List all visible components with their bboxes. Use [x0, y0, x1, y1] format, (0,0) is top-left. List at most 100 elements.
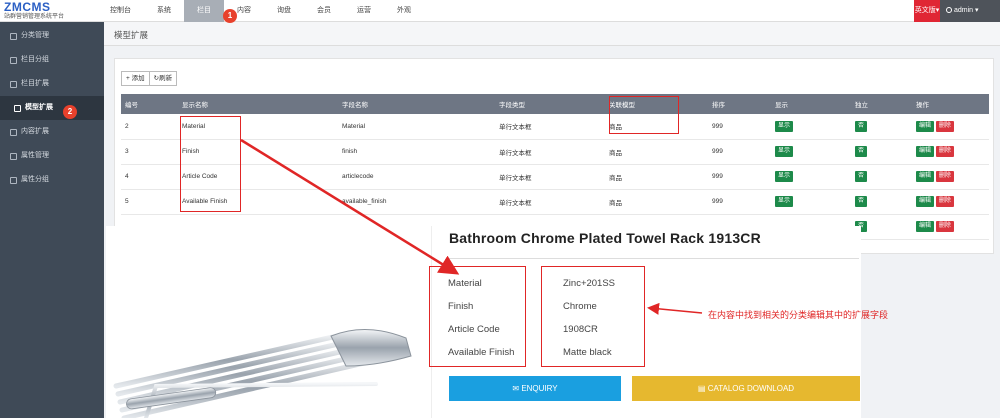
- cell-field-name: Material: [338, 114, 495, 140]
- nav-appearance[interactable]: 外观: [384, 0, 424, 22]
- table-row: 3 Finish finish 单行文本框 商品 999 显示 否 编辑 删除: [121, 139, 989, 165]
- col-actions: 操作: [912, 94, 989, 114]
- cell-field-name: articlecode: [338, 164, 495, 190]
- catalog-label: CATALOG DOWNLOAD: [707, 384, 795, 393]
- cell-sort: 999: [708, 139, 771, 165]
- delete-button[interactable]: 删除: [935, 221, 954, 232]
- language-label: 英文版: [914, 7, 936, 14]
- list-icon: [10, 32, 17, 40]
- cell-field-type: 单行文本框: [495, 189, 605, 215]
- sidebar-item-attr-group[interactable]: 属性分组: [0, 168, 104, 192]
- annotation-box-display-names: [180, 116, 241, 212]
- sidebar-item-column-group[interactable]: 栏目分组: [0, 48, 104, 72]
- delete-button[interactable]: 删除: [935, 120, 954, 132]
- cell-field-name: finish: [338, 139, 495, 165]
- user-icon: [946, 7, 952, 14]
- grid-icon: [10, 152, 17, 160]
- show-toggle[interactable]: 显示: [775, 120, 794, 132]
- show-toggle[interactable]: 显示: [775, 146, 794, 157]
- nav-system[interactable]: 系统: [144, 0, 184, 22]
- chevron-down-icon: ▾: [975, 7, 979, 14]
- logo-subtitle: 站群营销管理系统平台: [4, 14, 65, 20]
- top-bar: ZMCMS 站群营销管理系统平台 控制台 系统 栏目 内容 询盘 会员 运营 外…: [0, 0, 1000, 22]
- logo[interactable]: ZMCMS 站群营销管理系统平台: [4, 1, 99, 21]
- table-row: 4 Article Code articlecode 单行文本框 商品 999 …: [121, 164, 989, 190]
- list-icon: [10, 56, 17, 64]
- cell-id: 4: [121, 164, 178, 190]
- towel-rack-illustration: [113, 328, 412, 418]
- annotation-box-attr-names: [429, 266, 526, 367]
- cell-sort: 999: [708, 189, 771, 215]
- col-display-name: 显示名称: [178, 94, 338, 114]
- show-toggle[interactable]: 显示: [775, 196, 794, 207]
- cell-sort: 999: [708, 114, 771, 140]
- annotation-note: 在内容中找到相关的分类编辑其中的扩展字段: [708, 310, 889, 320]
- show-toggle[interactable]: 显示: [775, 171, 794, 182]
- refresh-label: 刷新: [159, 75, 173, 82]
- cube-icon: [14, 104, 21, 112]
- sidebar-item-label: 内容扩展: [21, 128, 49, 135]
- sidebar-item-label: 属性管理: [21, 152, 49, 159]
- col-sort: 排序: [708, 94, 771, 114]
- divider: [449, 258, 859, 259]
- page-title: 模型扩展: [114, 30, 149, 40]
- edit-button[interactable]: 编辑: [916, 221, 935, 232]
- language-button[interactable]: 英文版▾: [914, 0, 940, 22]
- enquiry-button[interactable]: ✉ ENQUIRY: [449, 376, 621, 401]
- independent-toggle[interactable]: 否: [855, 146, 868, 157]
- sidebar-item-category[interactable]: 分类管理: [0, 24, 104, 48]
- sidebar-item-label: 栏目分组: [21, 56, 49, 63]
- col-independent: 独立: [851, 94, 912, 114]
- toolbar: + 添加 ↻刷新: [121, 71, 178, 86]
- cell-linked-model: 商品: [605, 189, 708, 215]
- nav-column[interactable]: 栏目: [184, 0, 224, 22]
- independent-toggle[interactable]: 否: [855, 120, 868, 132]
- sidebar-item-column-ext[interactable]: 栏目扩展: [0, 72, 104, 96]
- edit-button[interactable]: 编辑: [916, 196, 935, 207]
- sidebar-item-content-ext[interactable]: 内容扩展: [0, 120, 104, 144]
- list-icon: [10, 128, 17, 136]
- table-header-row: 编号 显示名称 字段名称 字段类型 关联模型 排序 显示 独立 操作: [121, 94, 989, 114]
- catalog-download-button[interactable]: ▤ CATALOG DOWNLOAD: [632, 376, 860, 401]
- nav-member[interactable]: 会员: [304, 0, 344, 22]
- chevron-down-icon: ▾: [935, 7, 940, 14]
- sidebar-item-label: 属性分组: [21, 176, 49, 183]
- model-ext-table: 编号 显示名称 字段名称 字段类型 关联模型 排序 显示 独立 操作 2 Mat…: [121, 94, 989, 240]
- edit-button[interactable]: 编辑: [916, 146, 935, 157]
- col-show: 显示: [771, 94, 851, 114]
- cell-field-type: 单行文本框: [495, 114, 605, 140]
- delete-button[interactable]: 删除: [935, 146, 954, 157]
- cell-field-name: available_finish: [338, 189, 495, 215]
- nav-console[interactable]: 控制台: [97, 0, 144, 22]
- cell-linked-model: 商品: [605, 164, 708, 190]
- cell-linked-model: 商品: [605, 139, 708, 165]
- nav-operation[interactable]: 运营: [344, 0, 384, 22]
- col-id: 编号: [121, 94, 178, 114]
- admin-menu[interactable]: admin ▾: [940, 0, 1000, 22]
- logo-brand: ZMCMS: [4, 0, 51, 14]
- independent-toggle[interactable]: 否: [855, 196, 868, 207]
- cell-id: 5: [121, 189, 178, 215]
- edit-button[interactable]: 编辑: [916, 120, 935, 132]
- col-field-name: 字段名称: [338, 94, 495, 114]
- table-row: 2 Material Material 单行文本框 商品 999 显示 否 编辑…: [121, 114, 989, 140]
- annotation-box-attr-values: [541, 266, 645, 367]
- mail-icon: ✉: [512, 384, 522, 393]
- cell-field-type: 单行文本框: [495, 139, 605, 165]
- page-header: 模型扩展: [104, 22, 1000, 46]
- sidebar-item-label: 分类管理: [21, 32, 49, 39]
- add-button[interactable]: + 添加: [121, 71, 150, 86]
- nav-inquiry[interactable]: 询盘: [264, 0, 304, 22]
- sidebar-item-attr-manage[interactable]: 属性管理: [0, 144, 104, 168]
- refresh-button[interactable]: ↻刷新: [149, 71, 178, 86]
- delete-button[interactable]: 删除: [935, 171, 954, 182]
- annotation-box-linked-model: [609, 96, 679, 134]
- cell-id: 3: [121, 139, 178, 165]
- delete-button[interactable]: 删除: [935, 196, 954, 207]
- table-panel: + 添加 ↻刷新 编号 显示名称 字段名称 字段类型 关联模型 排序 显示 独立…: [114, 58, 994, 254]
- table-row: 5 Available Finish available_finish 单行文本…: [121, 189, 989, 215]
- edit-button[interactable]: 编辑: [916, 171, 935, 182]
- independent-toggle[interactable]: 否: [855, 171, 868, 182]
- sidebar-item-model-ext[interactable]: 模型扩展: [0, 96, 104, 120]
- sidebar: 分类管理 栏目分组 栏目扩展 模型扩展 内容扩展 属性管理 属性分组: [0, 22, 104, 418]
